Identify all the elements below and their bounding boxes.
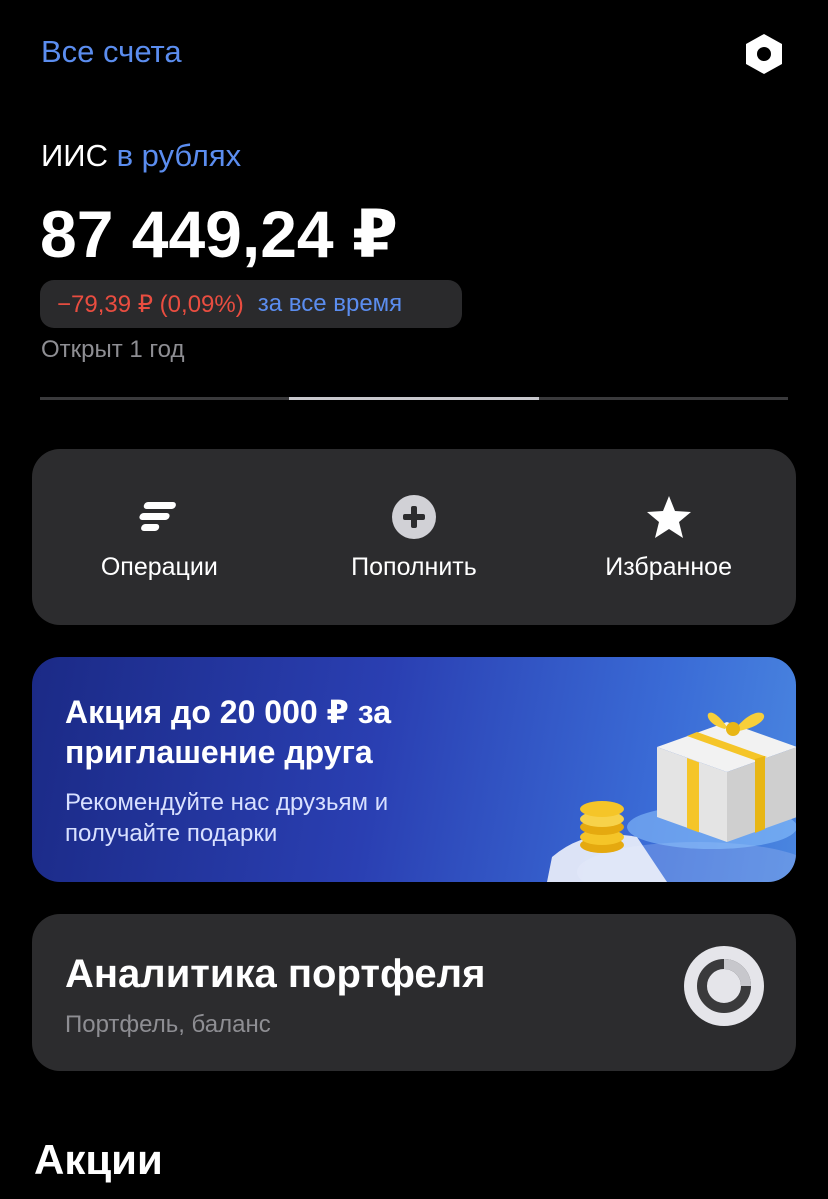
operations-label: Операции xyxy=(100,552,218,581)
operations-button[interactable]: Операции xyxy=(49,493,269,582)
top-up-button[interactable]: Пополнить xyxy=(304,493,524,582)
account-type: ИИС xyxy=(41,138,108,173)
promo-subtitle: Рекомендуйте нас друзьям и получайте под… xyxy=(65,789,389,847)
page-indicator-segment-active xyxy=(289,397,539,400)
account-age: Открыт 1 год xyxy=(41,336,185,363)
stocks-section-title: Акции xyxy=(34,1136,163,1183)
account-balance: 87 449,24 ₽ xyxy=(40,197,398,271)
top-up-label: Пополнить xyxy=(351,552,477,581)
favorites-label: Избранное xyxy=(605,552,732,581)
gift-box-illustration xyxy=(547,677,796,882)
promo-title: Акция до 20 000 ₽ за приглашение друга xyxy=(65,694,391,770)
analytics-subtitle: Портфель, баланс xyxy=(65,1011,271,1038)
page-indicator-segment xyxy=(538,397,788,400)
page-indicator xyxy=(40,397,788,400)
analytics-title: Аналитика портфеля xyxy=(65,952,486,996)
donut-chart-icon xyxy=(684,946,764,1026)
currency-link[interactable]: в рублях xyxy=(117,138,242,173)
hexagon-settings-icon[interactable] xyxy=(742,32,786,76)
plus-circle-icon xyxy=(390,493,438,541)
favorites-button[interactable]: Избранное xyxy=(559,493,779,582)
pnl-badge[interactable]: −79,39 ₽ (0,09%) за все время xyxy=(40,280,462,328)
star-icon xyxy=(645,493,693,541)
page-indicator-segment xyxy=(40,397,290,400)
account-screen: Все счета ИИС в рублях 87 449,24 ₽ −79,3… xyxy=(0,0,828,1199)
account-title: ИИС в рублях xyxy=(41,138,241,174)
pnl-period-selector[interactable]: за все время xyxy=(258,290,402,318)
portfolio-analytics-card[interactable]: Аналитика портфеля Портфель, баланс xyxy=(32,914,796,1071)
pnl-value: −79,39 ₽ (0,09%) xyxy=(57,290,244,318)
all-accounts-link[interactable]: Все счета xyxy=(41,34,182,70)
top-bar: Все счета xyxy=(0,0,828,110)
operations-icon xyxy=(135,493,183,541)
quick-actions-card: Операции Пополнить Избранное xyxy=(32,449,796,625)
promo-banner[interactable]: Акция до 20 000 ₽ за приглашение друга Р… xyxy=(32,657,796,882)
